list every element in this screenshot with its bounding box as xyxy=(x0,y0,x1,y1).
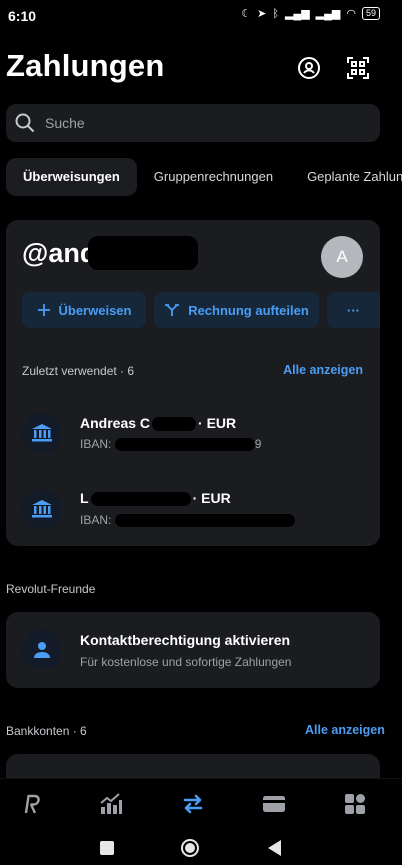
moon-icon: ☾ xyxy=(241,8,252,20)
system-nav-bar xyxy=(0,830,402,865)
battery-icon: 59 xyxy=(361,7,380,20)
search-input[interactable] xyxy=(43,114,347,132)
search-bar[interactable] xyxy=(6,104,380,142)
recipient-name: L · EUR xyxy=(80,490,231,507)
hub-icon[interactable] xyxy=(342,791,368,817)
contact-permission-title: Kontaktberechtigung aktivieren xyxy=(80,632,291,648)
location-icon: ➤ xyxy=(257,8,267,20)
tab-group-bills[interactable]: Gruppenrechnungen xyxy=(137,158,290,196)
wifi-icon: ◠ xyxy=(346,8,356,20)
page-title: Zahlungen xyxy=(6,48,165,83)
redaction-mark xyxy=(90,492,191,507)
signal-icon: ▂▄▆ xyxy=(284,8,310,20)
status-time: 6:10 xyxy=(8,8,37,24)
recent-recipient-row[interactable]: L · EUR IBAN: xyxy=(6,476,380,542)
more-actions-button[interactable]: ··· xyxy=(327,292,380,328)
recipient-iban: IBAN: 9 xyxy=(80,437,262,452)
invest-icon[interactable] xyxy=(98,791,124,817)
home-button-icon[interactable] xyxy=(181,839,199,857)
search-icon xyxy=(15,113,35,133)
avatar[interactable]: A xyxy=(321,236,363,278)
recent-label: Zuletzt verwendet · 6 xyxy=(22,364,135,378)
bottom-nav xyxy=(0,778,402,829)
recipient-iban: IBAN: xyxy=(80,513,295,528)
friends-section-label: Revolut-Freunde xyxy=(6,582,96,596)
status-bar: 6:10 ☾ ➤ ᛒ ▂▄▆ ▂▄▆ ◠ 59 xyxy=(0,0,402,30)
contact-permission-subtitle: Für kostenlose und sofortige Zahlungen xyxy=(80,655,292,669)
recipient-name-text: Andreas C xyxy=(80,415,151,431)
recipient-name: Andreas C · EUR xyxy=(80,415,237,432)
recipient-currency: · EUR xyxy=(198,415,237,431)
iban-tail: 9 xyxy=(254,437,262,451)
redaction-mark xyxy=(88,236,198,270)
transfers-card: @and A Überweisen Rechnung aufteilen ···… xyxy=(6,220,380,546)
signal-icon-2: ▂▄▆ xyxy=(315,8,341,20)
bank-icon xyxy=(22,413,62,453)
tab-scheduled-payments[interactable]: Geplante Zahlung xyxy=(290,158,402,196)
recipient-name-text: L xyxy=(80,490,89,506)
split-icon xyxy=(165,304,180,316)
back-icon[interactable] xyxy=(268,840,281,856)
transfer-button-label: Überweisen xyxy=(58,302,132,318)
redaction-mark xyxy=(152,417,197,432)
tab-transfers[interactable]: Überweisungen xyxy=(6,158,137,196)
home-icon[interactable] xyxy=(17,791,43,817)
iban-label: IBAN: xyxy=(80,513,115,527)
transfer-button[interactable]: Überweisen xyxy=(22,292,146,328)
status-icons: ☾ ➤ ᛒ ▂▄▆ ▂▄▆ ◠ 59 xyxy=(241,7,380,20)
cards-icon[interactable] xyxy=(261,791,287,817)
contact-permission-card[interactable]: Kontaktberechtigung aktivieren Für koste… xyxy=(6,612,380,688)
recent-see-all-link[interactable]: Alle anzeigen xyxy=(283,363,363,377)
redaction-mark xyxy=(114,438,255,452)
bluetooth-icon: ᛒ xyxy=(272,7,279,20)
broadcast-icon[interactable] xyxy=(296,55,322,81)
more-icon: ··· xyxy=(347,302,360,318)
user-handle: @and xyxy=(22,238,97,268)
split-bill-button[interactable]: Rechnung aufteilen xyxy=(154,292,319,328)
payment-tabs: Überweisungen Gruppenrechnungen Geplante Z… xyxy=(6,158,402,196)
split-bill-button-label: Rechnung aufteilen xyxy=(188,302,309,318)
iban-label: IBAN: xyxy=(80,437,115,451)
qr-code-icon[interactable] xyxy=(345,55,371,81)
redaction-mark xyxy=(114,514,295,528)
bank-icon xyxy=(22,489,62,529)
person-icon xyxy=(22,630,62,670)
recent-recipient-row[interactable]: Andreas C · EUR IBAN: 9 xyxy=(6,400,380,466)
recipient-currency: · EUR xyxy=(192,490,231,506)
bank-accounts-see-all-link[interactable]: Alle anzeigen xyxy=(305,723,385,737)
recents-icon[interactable] xyxy=(100,841,114,855)
payments-icon[interactable] xyxy=(180,791,206,817)
bank-accounts-label: Bankkonten · 6 xyxy=(6,724,87,738)
plus-icon xyxy=(37,304,50,316)
